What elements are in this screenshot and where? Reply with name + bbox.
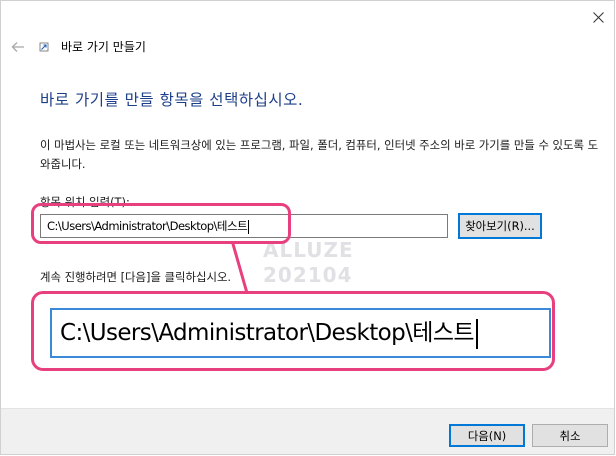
wizard-title: 바로 가기 만들기 — [61, 40, 146, 54]
zoom-callout: C:\Users\Administrator\Desktop\테스트 — [31, 291, 555, 371]
continue-instruction: 계속 진행하려면 [다음]을 클릭하십시오. — [40, 270, 232, 284]
cancel-button[interactable]: 취소 — [532, 424, 608, 447]
location-field-label: 항목 위치 입력(T): — [40, 195, 130, 209]
shortcut-icon — [39, 42, 49, 52]
wizard-description: 이 마법사는 로컬 또는 네트워크상에 있는 프로그램, 파일, 폴더, 컴퓨터… — [40, 138, 599, 171]
zoomed-location-value: C:\Users\Administrator\Desktop\테스트 — [60, 320, 475, 346]
location-input[interactable]: C:\Users\Administrator\Desktop\테스트 — [40, 214, 448, 238]
back-button[interactable] — [9, 38, 27, 56]
create-shortcut-window: 바로 가기 만들기 바로 가기를 만들 항목을 선택하십시오. 이 마법사는 로… — [0, 0, 615, 455]
zoomed-location-input: C:\Users\Administrator\Desktop\테스트 — [50, 308, 551, 358]
title-bar — [1, 1, 614, 31]
location-input-value: C:\Users\Administrator\Desktop\테스트 — [47, 219, 248, 233]
zoomed-text-caret — [475, 318, 478, 349]
back-arrow-icon — [11, 42, 24, 52]
close-icon — [592, 11, 604, 23]
next-button[interactable]: 다음(N) — [449, 424, 525, 447]
text-caret — [248, 219, 250, 234]
watermark-line-2: 202104 — [263, 263, 353, 287]
wizard-footer: 다음(N) 취소 — [1, 408, 614, 454]
watermark-line-1: ALLUZE — [263, 238, 354, 262]
watermark: ALLUZE 202104 — [263, 238, 354, 288]
page-heading: 바로 가기를 만들 항목을 선택하십시오. — [40, 91, 304, 109]
browse-button[interactable]: 찾아보기(R)... — [458, 213, 542, 239]
close-button[interactable] — [588, 7, 608, 27]
